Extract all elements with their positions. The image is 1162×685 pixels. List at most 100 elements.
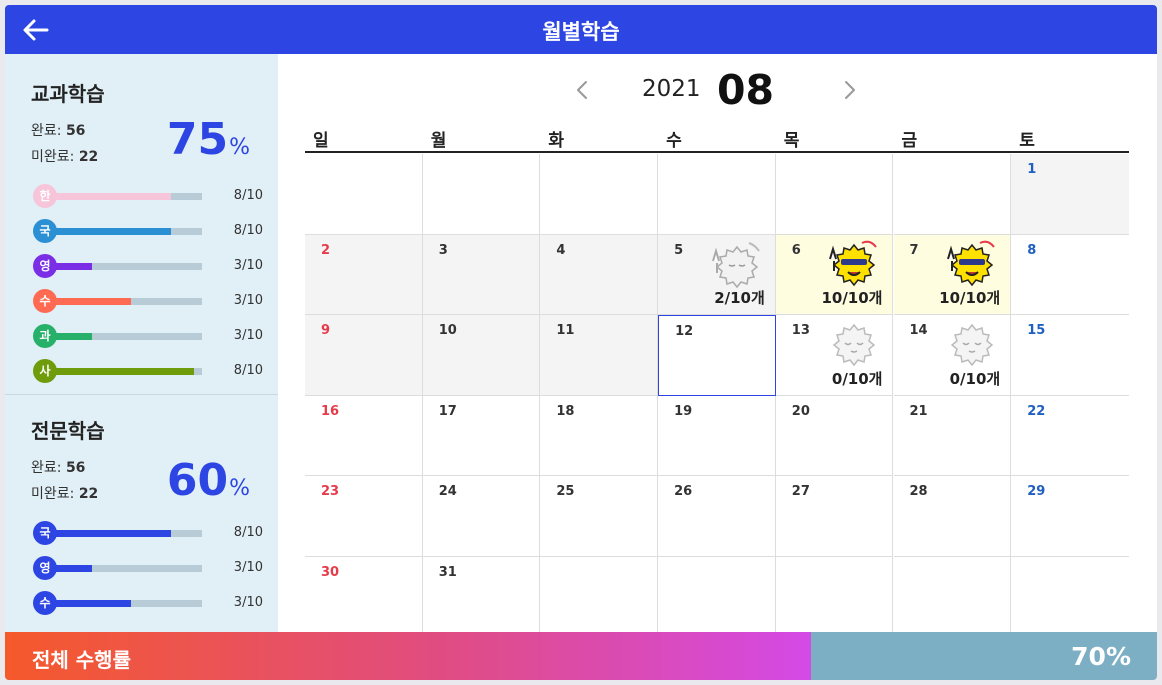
calendar-day-cell[interactable]: 14 0/10개 bbox=[893, 315, 1012, 396]
progress-fill bbox=[45, 298, 132, 305]
calendar-day-cell[interactable]: 13 0/10개 bbox=[775, 315, 894, 396]
subject-progress-row: 국 8/10 bbox=[33, 521, 263, 545]
panel-title: 교과학습 bbox=[31, 82, 105, 106]
subject-badge: 수 bbox=[33, 591, 57, 615]
incomplete-stat: 미완료: 22 bbox=[31, 146, 98, 166]
calendar-day-cell[interactable]: 12 bbox=[658, 315, 776, 396]
calendar-day-cell[interactable]: 23 bbox=[305, 476, 423, 557]
day-number: 8 bbox=[1027, 242, 1037, 258]
subject-badge: 사 bbox=[33, 359, 57, 383]
progress-track bbox=[45, 263, 202, 270]
calendar-empty-cell bbox=[422, 154, 541, 235]
top-bar: 월별학습 bbox=[5, 5, 1157, 54]
chevron-left-icon[interactable] bbox=[572, 78, 592, 102]
progress-fill bbox=[45, 368, 195, 375]
percent-value: 60 bbox=[166, 455, 229, 506]
calendar-day-cell[interactable]: 7 10/10개 bbox=[893, 234, 1012, 316]
day-completion-count: 10/10개 bbox=[939, 289, 1001, 308]
calendar-day-cell[interactable]: 28 bbox=[893, 476, 1012, 557]
subject-study-panel: 교과학습 완료: 56 미완료: 22 75% 한 8/10 국 8/10 영 3/10 수… bbox=[5, 54, 278, 395]
subject-progress-row: 수 3/10 bbox=[33, 289, 263, 313]
subject-progress-row: 영 3/10 bbox=[33, 556, 263, 580]
calendar-day-cell[interactable]: 24 bbox=[422, 476, 541, 557]
page-title: 월별학습 bbox=[542, 20, 620, 44]
calendar-day-cell[interactable]: 6 10/10개 bbox=[775, 234, 894, 316]
subject-progress-row: 과 3/10 bbox=[33, 324, 263, 348]
subject-badge: 국 bbox=[33, 521, 57, 545]
happy-sticker-icon bbox=[829, 240, 878, 286]
day-number: 4 bbox=[556, 242, 566, 258]
day-number: 17 bbox=[438, 403, 457, 419]
calendar-day-cell[interactable]: 15 bbox=[1011, 315, 1129, 396]
year-label: 2021 bbox=[642, 76, 701, 102]
app-window: 월별학습 교과학습 완료: 56 미완료: 22 75% 한 8/10 국 8/10 영… bbox=[5, 5, 1157, 680]
calendar-day-cell[interactable]: 16 bbox=[305, 395, 423, 477]
subject-count: 8/10 bbox=[233, 363, 263, 378]
incomplete-label: 미완료: bbox=[31, 149, 75, 165]
calendar-day-cell[interactable]: 17 bbox=[422, 395, 541, 477]
calendar-day-cell[interactable]: 11 bbox=[540, 315, 659, 396]
calendar-day-cell[interactable]: 4 bbox=[540, 234, 659, 316]
day-number: 29 bbox=[1027, 484, 1046, 500]
calendar-day-cell[interactable]: 8 bbox=[1011, 234, 1129, 316]
progress-track bbox=[45, 193, 202, 200]
weekday-label: 수 bbox=[666, 131, 682, 151]
calendar-empty-cell bbox=[775, 557, 894, 638]
complete-stat: 완료: 56 bbox=[31, 120, 85, 140]
calendar-day-cell[interactable]: 26 bbox=[658, 476, 776, 557]
progress-fill bbox=[45, 600, 132, 607]
chevron-right-icon[interactable] bbox=[840, 78, 860, 102]
subject-badge: 수 bbox=[33, 289, 57, 313]
incomplete-label: 미완료: bbox=[31, 486, 75, 502]
calendar-day-cell[interactable]: 31 bbox=[422, 557, 541, 638]
day-number: 20 bbox=[791, 403, 810, 419]
calendar-day-cell[interactable]: 1 bbox=[1011, 154, 1129, 235]
calendar-day-cell[interactable]: 18 bbox=[540, 395, 659, 477]
calendar-day-cell[interactable]: 19 bbox=[658, 395, 776, 477]
day-number: 10 bbox=[438, 323, 457, 339]
percent-value: 75 bbox=[166, 114, 229, 165]
calendar-day-cell[interactable]: 22 bbox=[1011, 395, 1129, 477]
subject-progress-row: 한 8/10 bbox=[33, 184, 263, 208]
weekday-label: 화 bbox=[548, 131, 565, 151]
calendar-day-cell[interactable]: 2 bbox=[305, 234, 423, 316]
sidebar: 교과학습 완료: 56 미완료: 22 75% 한 8/10 국 8/10 영 3/10 수… bbox=[5, 54, 278, 632]
incomplete-value: 22 bbox=[78, 149, 99, 165]
happy-sticker-icon bbox=[947, 240, 995, 286]
calendar-day-cell[interactable]: 21 bbox=[893, 395, 1012, 477]
subject-count: 3/10 bbox=[233, 293, 263, 308]
month-label: 08 bbox=[717, 66, 775, 114]
subject-badge: 영 bbox=[33, 254, 57, 278]
progress-fill bbox=[45, 193, 171, 200]
complete-stat: 완료: 56 bbox=[31, 457, 85, 477]
day-number: 28 bbox=[909, 484, 928, 500]
progress-track bbox=[45, 298, 202, 305]
day-number: 19 bbox=[674, 403, 693, 419]
calendar-day-cell[interactable]: 20 bbox=[775, 395, 894, 477]
complete-value: 56 bbox=[65, 460, 86, 476]
day-completion-count: 2/10개 bbox=[714, 289, 765, 308]
calendar-day-cell[interactable]: 5 2/10개 bbox=[658, 234, 776, 316]
progress-track bbox=[45, 333, 202, 340]
overall-progress-label: 전체 수행률 bbox=[32, 648, 131, 672]
calendar-day-cell[interactable]: 9 bbox=[305, 315, 423, 396]
calendar-grid: 1 2 3 4 5 2/10개 6 10/10개 7 10/10개 8 9 10 11 12 13 0/10개 1… bbox=[305, 154, 1129, 638]
calendar-day-cell[interactable]: 3 bbox=[422, 234, 541, 316]
progress-fill bbox=[45, 530, 171, 537]
overall-progress-bar: 전체 수행률 70% bbox=[5, 632, 1157, 680]
weekday-label: 목 bbox=[783, 131, 800, 151]
day-number: 21 bbox=[909, 403, 928, 419]
calendar-day-cell[interactable]: 27 bbox=[775, 476, 894, 557]
subject-badge: 과 bbox=[33, 324, 57, 348]
calendar-empty-cell bbox=[893, 557, 1012, 638]
day-number: 2 bbox=[321, 242, 331, 258]
progress-track bbox=[45, 530, 202, 537]
calendar-day-cell[interactable]: 29 bbox=[1011, 476, 1129, 557]
calendar-day-cell[interactable]: 30 bbox=[305, 557, 423, 638]
calendar-day-cell[interactable]: 10 bbox=[422, 315, 541, 396]
calendar-day-cell[interactable]: 25 bbox=[540, 476, 659, 557]
day-completion-count: 0/10개 bbox=[831, 369, 883, 388]
subject-count: 3/10 bbox=[233, 595, 263, 610]
weekday-label: 토 bbox=[1019, 131, 1035, 151]
progress-track bbox=[45, 565, 202, 572]
